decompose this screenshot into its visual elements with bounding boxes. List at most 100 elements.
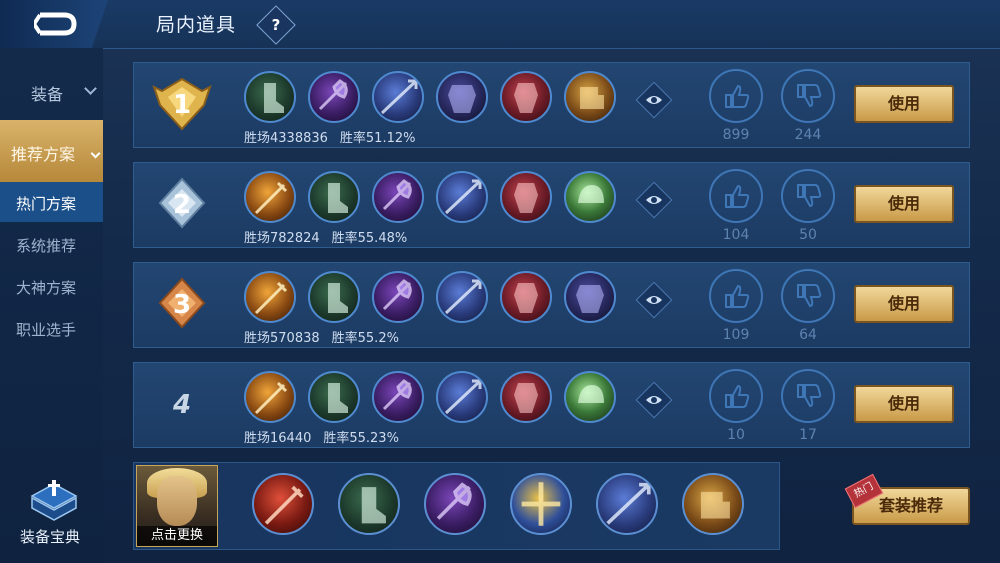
use-button[interactable]: 使用 — [854, 85, 954, 123]
sidebar-category-label: 装备 — [31, 85, 64, 104]
chevron-down-icon — [90, 148, 101, 159]
guide-label: 装备宝典 — [20, 528, 81, 546]
games-count: 胜场570838 — [244, 331, 320, 346]
axe-purple-item-icon[interactable] — [372, 171, 424, 223]
eye-icon[interactable] — [635, 181, 673, 219]
helm-green-item-icon[interactable] — [564, 371, 616, 423]
rank-badge-icon: 1 — [152, 77, 212, 133]
rank-number: 4 — [172, 390, 192, 420]
rank-badge-icon: 4 — [152, 377, 212, 433]
armor-red-item-icon[interactable] — [500, 371, 552, 423]
change-hero-label: 点击更换 — [137, 526, 217, 546]
win-rate: 胜率55.2% — [331, 331, 399, 346]
win-rate: 胜率55.23% — [323, 431, 399, 446]
armor-purple-item-icon[interactable] — [564, 271, 616, 323]
sword-gold-item-icon[interactable] — [244, 371, 296, 423]
page-title: 局内道具 — [156, 14, 237, 36]
sidebar-item-system[interactable]: 系统推荐 — [0, 224, 103, 264]
hero-face — [157, 476, 197, 526]
use-button[interactable]: 使用 — [854, 185, 954, 223]
boots-green-item-icon[interactable] — [338, 473, 400, 535]
back-arrow-icon — [34, 12, 77, 36]
gauntlet-gold-item-icon[interactable] — [682, 473, 744, 535]
thumbs-up-icon[interactable] — [709, 69, 763, 123]
thumbs-down-icon[interactable] — [781, 69, 835, 123]
spear-blue-item-icon[interactable] — [436, 171, 488, 223]
boots-green-item-icon[interactable] — [308, 271, 360, 323]
axe-purple-item-icon[interactable] — [372, 371, 424, 423]
help-icon[interactable]: ? — [256, 5, 296, 45]
armor-purple-item-icon[interactable] — [436, 71, 488, 123]
sword-red-item-icon[interactable] — [252, 473, 314, 535]
sidebar-item-hot[interactable]: 热门方案 — [0, 182, 103, 222]
boots-green-item-icon[interactable] — [308, 371, 360, 423]
like-count: 899 — [722, 127, 750, 143]
eye-icon[interactable] — [635, 81, 673, 119]
rank-number: 3 — [172, 290, 192, 320]
sidebar-item-label: 大神方案 — [16, 279, 77, 297]
help-label: ? — [271, 16, 281, 34]
axe-purple-item-icon[interactable] — [308, 71, 360, 123]
boots-green-item-icon[interactable] — [308, 171, 360, 223]
rank-badge-icon: 2 — [152, 177, 212, 233]
sidebar-item-recommended[interactable]: 推荐方案 — [0, 120, 103, 182]
dislike-count: 64 — [799, 327, 817, 343]
armor-red-item-icon[interactable] — [500, 271, 552, 323]
dislike-count: 244 — [794, 127, 822, 143]
dislike-count: 50 — [799, 227, 817, 243]
sidebar-category-equipment[interactable]: 装备 — [0, 62, 103, 118]
like-count: 10 — [727, 427, 745, 443]
build-stats: 胜场4338836 胜率51.12% — [244, 127, 427, 146]
sword-gold-item-icon[interactable] — [244, 171, 296, 223]
axe-purple-item-icon[interactable] — [372, 271, 424, 323]
cross-gold-item-icon[interactable] — [510, 473, 572, 535]
hero-portrait[interactable]: 点击更换 — [136, 465, 218, 547]
sidebar-item-master[interactable]: 大神方案 — [0, 266, 103, 306]
gauntlet-gold-item-icon[interactable] — [564, 71, 616, 123]
sword-gold-item-icon[interactable] — [244, 271, 296, 323]
thumbs-up-icon[interactable] — [709, 169, 763, 223]
sidebar-item-label: 热门方案 — [16, 195, 77, 213]
build-stats: 胜场782824 胜率55.48% — [244, 227, 419, 246]
use-button[interactable]: 使用 — [854, 285, 954, 323]
spear-blue-item-icon[interactable] — [436, 271, 488, 323]
sidebar-item-pro[interactable]: 职业选手 — [0, 308, 103, 348]
thumbs-down-icon[interactable] — [781, 169, 835, 223]
spear-blue-item-icon[interactable] — [372, 71, 424, 123]
chevron-down-icon — [84, 82, 97, 95]
rank-number: 2 — [172, 190, 192, 220]
back-button[interactable] — [0, 0, 108, 48]
spear-blue-item-icon[interactable] — [436, 371, 488, 423]
like-count: 109 — [722, 327, 750, 343]
use-button[interactable]: 使用 — [854, 385, 954, 423]
games-count: 胜场4338836 — [244, 131, 328, 146]
armor-red-item-icon[interactable] — [500, 71, 552, 123]
sidebar-active-label: 推荐方案 — [11, 145, 76, 164]
rank-badge-icon: 3 — [152, 277, 212, 333]
thumbs-up-icon[interactable] — [709, 269, 763, 323]
thumbs-up-icon[interactable] — [709, 369, 763, 423]
thumbs-down-icon[interactable] — [781, 369, 835, 423]
armor-red-item-icon[interactable] — [500, 171, 552, 223]
current-build-bar: 点击更换 — [133, 462, 780, 550]
build-row: 4 胜场16440 胜率55.23% 10 17 使用 — [133, 362, 970, 448]
eye-icon[interactable] — [635, 381, 673, 419]
spear-blue-item-icon[interactable] — [596, 473, 658, 535]
helm-green-item-icon[interactable] — [564, 171, 616, 223]
axe-purple-item-icon[interactable] — [424, 473, 486, 535]
build-row: 2 胜场782824 胜率55.48% 104 50 使用 — [133, 162, 970, 248]
rank-number: 1 — [172, 90, 192, 120]
top-bar: 局内道具 ? — [0, 0, 1000, 49]
games-count: 胜场782824 — [244, 231, 320, 246]
sidebar-item-label: 系统推荐 — [16, 237, 77, 255]
win-rate: 胜率51.12% — [339, 131, 416, 146]
equipment-guide-button[interactable]: 装备宝典 — [14, 480, 94, 550]
build-row: 3 胜场570838 胜率55.2% 109 64 使用 — [133, 262, 970, 348]
build-stats: 胜场570838 胜率55.2% — [244, 327, 411, 346]
eye-icon[interactable] — [635, 281, 673, 319]
boots-green-item-icon[interactable] — [244, 71, 296, 123]
build-row: 1 胜场4338836 胜率51.12% 899 244 使用 — [133, 62, 970, 148]
book-icon — [30, 480, 78, 521]
thumbs-down-icon[interactable] — [781, 269, 835, 323]
dislike-count: 17 — [799, 427, 817, 443]
